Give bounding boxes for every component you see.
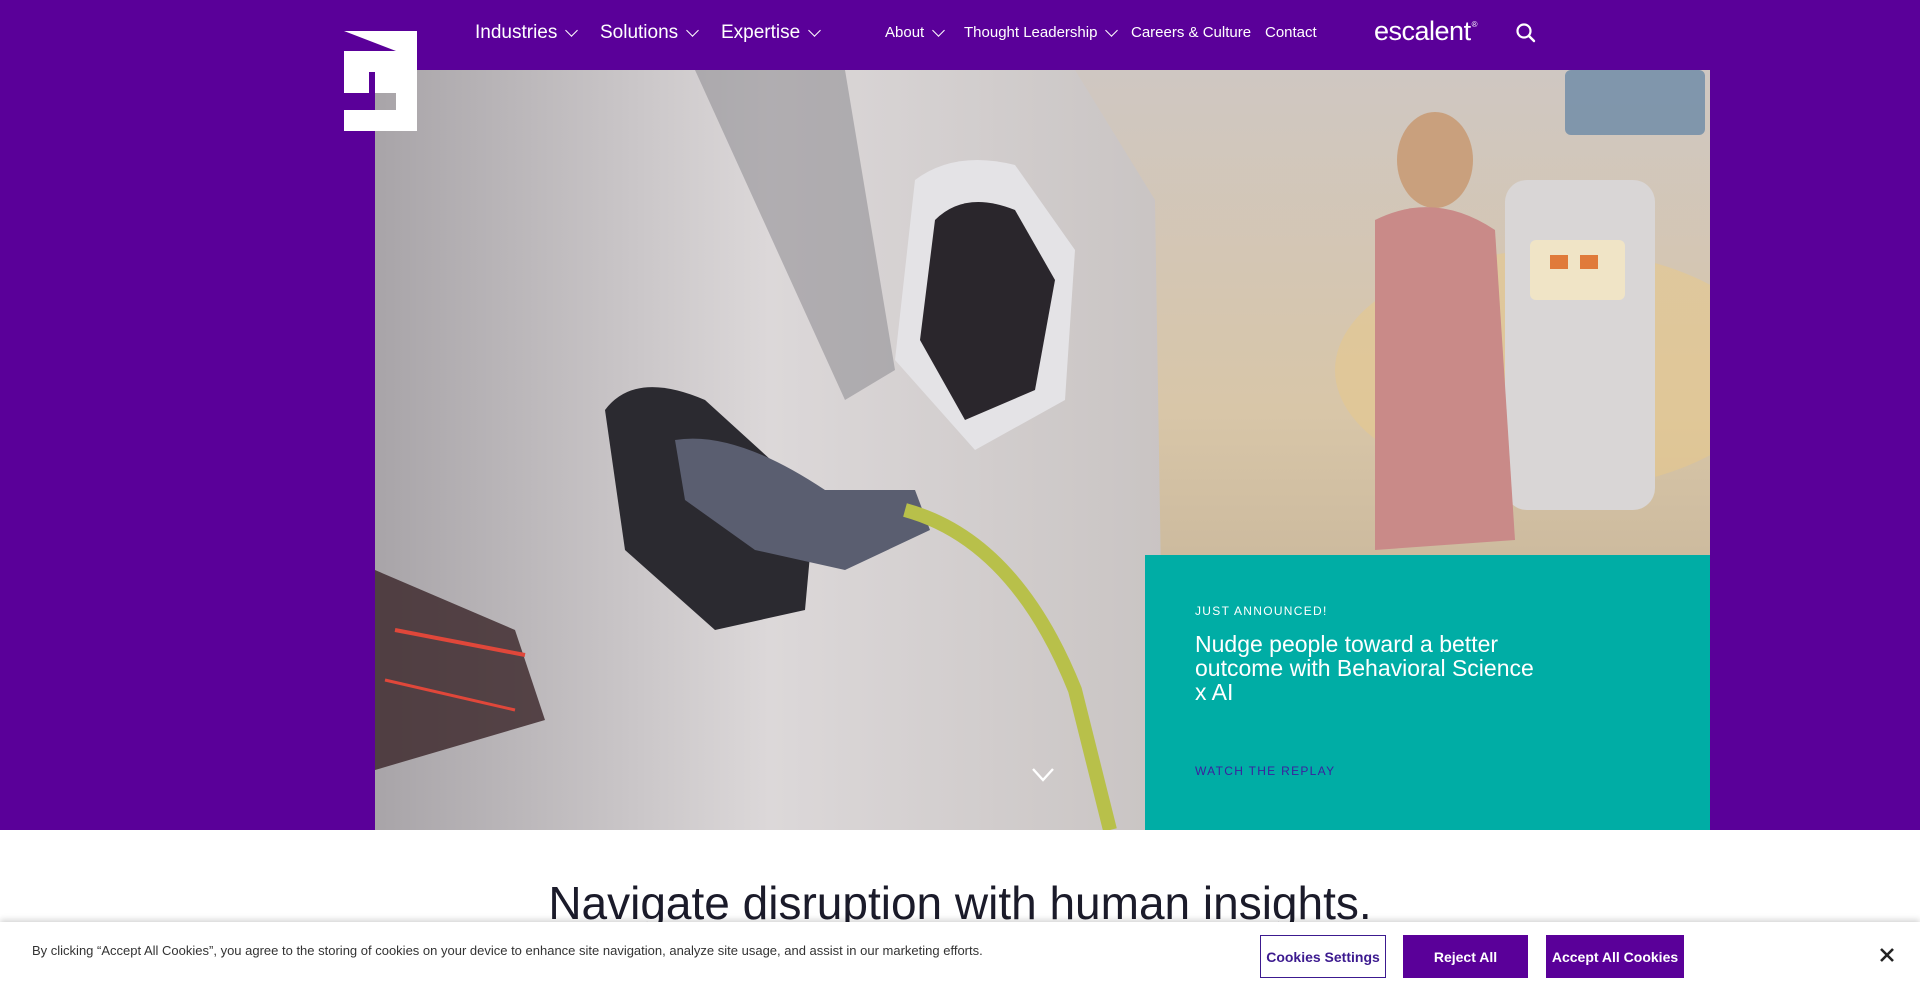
announcement-card: JUST ANNOUNCED! Nudge people toward a be… bbox=[1145, 555, 1710, 830]
nav-industries[interactable]: Industries bbox=[475, 22, 579, 44]
cookies-settings-button[interactable]: Cookies Settings bbox=[1260, 935, 1386, 978]
nav-contact-label: Contact bbox=[1265, 24, 1317, 41]
nav-about[interactable]: About bbox=[885, 23, 946, 41]
nav-careers-culture-label: Careers & Culture bbox=[1131, 24, 1252, 41]
cookie-banner: By clicking “Accept All Cookies”, you ag… bbox=[0, 922, 1920, 993]
nav-careers-culture[interactable]: Careers & Culture bbox=[1131, 24, 1251, 41]
nav-expertise-label: Expertise bbox=[721, 22, 801, 43]
accept-all-cookies-button[interactable]: Accept All Cookies bbox=[1546, 935, 1684, 978]
chevron-down-icon bbox=[1105, 23, 1119, 37]
nav-thought-leadership-label: Thought Leadership bbox=[964, 24, 1098, 41]
nav-solutions-label: Solutions bbox=[600, 22, 679, 43]
nav-about-label: About bbox=[885, 24, 925, 41]
chevron-down-icon bbox=[808, 24, 822, 37]
search-icon[interactable] bbox=[1514, 21, 1538, 45]
watch-replay-link[interactable]: WATCH THE REPLAY bbox=[1195, 764, 1335, 778]
main-navigation: Industries Solutions Expertise About Tho… bbox=[0, 0, 1920, 68]
cookie-banner-text: By clicking “Accept All Cookies”, you ag… bbox=[32, 943, 983, 958]
registered-mark: ® bbox=[1471, 20, 1478, 29]
card-eyebrow: JUST ANNOUNCED! bbox=[1195, 604, 1328, 618]
escalent-wordmark[interactable]: escalent® bbox=[1374, 16, 1478, 47]
nav-thought-leadership[interactable]: Thought Leadership bbox=[964, 23, 1119, 41]
card-title: Nudge people toward a better outcome wit… bbox=[1195, 631, 1534, 705]
scroll-down-chevron-icon[interactable] bbox=[1031, 766, 1055, 784]
reject-all-button[interactable]: Reject All bbox=[1403, 935, 1528, 978]
chevron-down-icon bbox=[932, 23, 946, 37]
brand-name: escalent bbox=[1374, 16, 1471, 46]
nav-industries-label: Industries bbox=[475, 22, 558, 43]
nav-contact[interactable]: Contact bbox=[1265, 24, 1317, 41]
chevron-down-icon bbox=[686, 24, 700, 37]
nav-solutions[interactable]: Solutions bbox=[600, 22, 700, 44]
close-icon[interactable] bbox=[1876, 944, 1898, 966]
nav-expertise[interactable]: Expertise bbox=[721, 22, 822, 44]
chevron-down-icon bbox=[565, 24, 579, 37]
